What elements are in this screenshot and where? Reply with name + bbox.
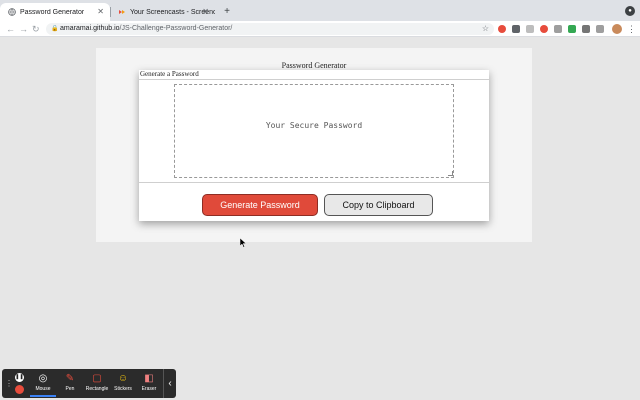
back-arrow-icon[interactable]: ← [6,23,15,35]
card-body: Your Secure Password [139,80,489,183]
extension-icon[interactable] [526,25,534,33]
window-menu-icon[interactable]: ● [625,6,635,16]
extension-puzzle-icon[interactable] [596,25,604,33]
mouse-icon: ◎ [38,373,48,384]
tool-label: Mouse [35,386,51,392]
tool-pen[interactable]: ✎ Pen [57,372,83,392]
extension-icon[interactable] [540,25,548,33]
extension-icon[interactable] [582,25,590,33]
mouse-cursor-icon [239,237,247,251]
url-path: /JS-Challenge-Password-Generator/ [119,25,233,32]
page-viewport: Password Generator Generate a Password Y… [0,38,640,400]
page-wrapper: Password Generator Generate a Password Y… [96,48,532,242]
pause-icon[interactable]: ❚❚ [15,373,24,382]
stop-record-icon[interactable] [15,385,24,394]
address-bar[interactable]: 🔒 amaramai.github.io/JS-Challenge-Passwo… [46,23,494,35]
tool-eraser[interactable]: ◧ Eraser [136,372,162,392]
tool-label: Eraser [141,386,157,392]
tool-rectangle[interactable]: ▢ Rectangle [84,372,110,392]
browser-toolbar: ← → ↻ 🔒 amaramai.github.io/JS-Challenge-… [0,21,640,37]
sticker-icon: ☺ [117,373,129,384]
screencast-toolbar: ⋮ ❚❚ ◎ Mouse ✎ Pen ▢ Rectangle ☺ Sticker… [2,369,176,398]
bookmark-star-icon[interactable]: ☆ [482,23,489,35]
generate-password-button[interactable]: Generate Password [202,194,318,216]
copy-to-clipboard-button[interactable]: Copy to Clipboard [324,194,433,216]
drag-handle-icon[interactable]: ⋮ [5,379,13,388]
close-icon[interactable]: ✕ [202,7,209,16]
password-textarea[interactable]: Your Secure Password [174,84,454,178]
tool-label: Pen [65,386,75,392]
tool-label: Stickers [114,386,132,392]
resize-handle-icon[interactable] [448,171,453,176]
lock-icon: 🔒 [51,26,59,32]
rectangle-icon: ▢ [92,373,102,384]
screencastify-icon [118,8,126,16]
tab-strip: Password Generator ✕ Your Screencasts - … [0,0,640,21]
more-menu-icon[interactable]: ⋮ [627,23,636,35]
eraser-icon: ◧ [144,373,154,384]
tab-title: Password Generator [20,8,85,16]
extension-icon[interactable] [568,25,576,33]
tool-stickers[interactable]: ☺ Stickers [110,372,136,392]
reload-icon[interactable]: ↻ [32,23,40,35]
extension-icon[interactable] [512,25,520,33]
url-host: amaramai.github.io [60,25,120,32]
card-header: Generate a Password [139,70,489,80]
tab-screencasts[interactable]: Your Screencasts - Screencast ✕ [110,3,215,21]
generator-card: Generate a Password Your Secure Password… [139,70,489,221]
globe-icon [8,8,16,16]
forward-arrow-icon[interactable]: → [19,23,28,35]
extension-adblock-icon[interactable] [498,25,506,33]
new-tab-button[interactable]: + [221,6,233,18]
profile-avatar[interactable] [612,24,622,34]
page-title: Password Generator [281,61,347,70]
tool-label: Rectangle [85,386,109,392]
extension-icon[interactable] [554,25,562,33]
tab-password-generator[interactable]: Password Generator ✕ [0,3,110,21]
close-icon[interactable]: ✕ [97,7,104,16]
pen-icon: ✎ [65,373,75,384]
tool-mouse[interactable]: ◎ Mouse [30,372,56,397]
collapse-chevron-icon[interactable]: ‹ [163,369,176,398]
